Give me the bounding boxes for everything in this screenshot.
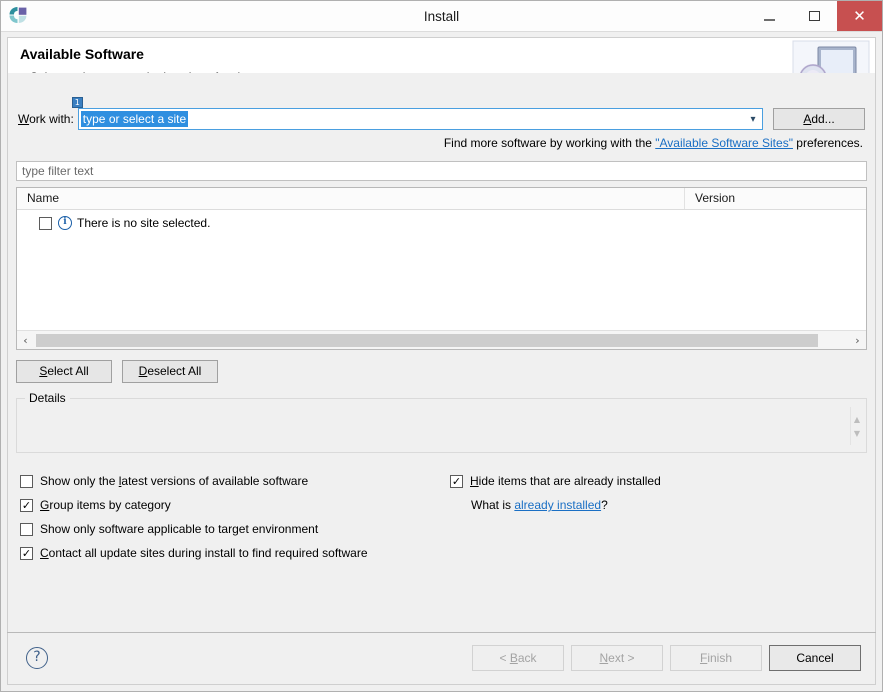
work-with-label-rest: ork with:: [29, 112, 74, 126]
select-all-label: elect All: [47, 364, 89, 378]
add-button-label: dd...: [811, 112, 835, 126]
option-contact-all-update-sites[interactable]: ✓ Contact all update sites during instal…: [20, 541, 368, 565]
info-badge-icon: 1: [71, 97, 83, 108]
options-left-column: ✓ Show only the latest versions of avail…: [20, 469, 368, 565]
what-is-prefix: What is: [471, 498, 515, 512]
option-group-by-category-label: Group items by category: [40, 498, 171, 512]
option-show-latest-versions-checkbox[interactable]: ✓: [20, 474, 33, 488]
column-header-version[interactable]: Version: [685, 188, 866, 209]
what-is-already-installed-text: What is already installed?: [471, 498, 661, 512]
navigation-buttons: < Back Next > Finish Cancel: [465, 645, 861, 671]
minimize-icon: [764, 18, 775, 21]
work-with-label: Work with:: [18, 112, 74, 126]
option-group-by-category-checkbox[interactable]: ✓: [20, 498, 33, 512]
table-header: Name Version: [17, 188, 866, 210]
scroll-right-icon[interactable]: ›: [849, 332, 866, 349]
option-show-latest-versions-label: Show only the latest versions of availab…: [40, 474, 309, 488]
dialog-footer: ? < Back Next > Finish Cancel: [7, 633, 876, 685]
help-icon[interactable]: ?: [26, 647, 48, 669]
minimize-button[interactable]: [747, 1, 792, 31]
table-row-name: There is no site selected.: [77, 216, 211, 230]
page-title: Available Software: [20, 46, 144, 62]
back-button[interactable]: < Back: [472, 645, 564, 671]
scrollbar-track[interactable]: [34, 333, 849, 347]
option-applicable-to-target-checkbox[interactable]: ✓: [20, 522, 33, 536]
option-applicable-to-target-label: Show only software applicable to target …: [40, 522, 319, 536]
find-more-software-text: Find more software by working with the "…: [444, 136, 863, 150]
close-button[interactable]: ✕: [837, 1, 882, 31]
chevron-down-icon[interactable]: ▾: [744, 109, 762, 129]
site-combo-input[interactable]: type or select a site: [77, 108, 763, 130]
scroll-down-icon: ▼: [853, 428, 861, 438]
close-icon: ✕: [853, 6, 866, 25]
work-with-mnemonic: W: [18, 112, 30, 126]
option-contact-all-update-sites-label: Contact all update sites during install …: [40, 546, 368, 560]
find-more-prefix: Find more software by working with the: [443, 136, 656, 150]
already-installed-link[interactable]: already installed: [514, 498, 601, 512]
select-all-button[interactable]: Select All: [16, 360, 112, 383]
options-area: ✓ Show only the latest versions of avail…: [16, 469, 867, 569]
option-group-by-category[interactable]: ✓ Group items by category: [20, 493, 368, 517]
filter-input[interactable]: type filter text: [16, 161, 867, 181]
option-show-latest-versions[interactable]: ✓ Show only the latest versions of avail…: [20, 469, 368, 493]
scrollbar-thumb[interactable]: [36, 334, 819, 347]
site-combo-value: type or select a site: [80, 111, 189, 127]
what-is-suffix: ?: [601, 498, 608, 512]
options-right-column: ✓ Hide items that are already installed …: [450, 469, 661, 512]
deselect-all-button[interactable]: Deselect All: [122, 360, 218, 383]
details-label: Details: [25, 391, 70, 405]
option-hide-already-installed[interactable]: ✓ Hide items that are already installed: [450, 469, 661, 493]
maximize-icon: [809, 11, 820, 21]
scroll-up-icon: ▲: [853, 414, 861, 424]
selection-buttons: Select All Deselect All: [16, 360, 218, 383]
title-bar: Install ✕: [1, 1, 882, 32]
option-applicable-to-target[interactable]: ✓ Show only software applicable to targe…: [20, 517, 368, 541]
work-with-row: Work with: 1 type or select a site ▾ Add…: [18, 97, 865, 130]
option-contact-all-update-sites-checkbox[interactable]: ✓: [20, 546, 33, 560]
software-table: Name Version ✓ i There is no site select…: [16, 187, 867, 350]
details-scrollbar: ▲ ▼: [850, 407, 863, 445]
row-checkbox[interactable]: ✓: [39, 216, 52, 230]
window-controls: ✕: [747, 1, 882, 31]
horizontal-scrollbar[interactable]: ‹ ›: [17, 330, 866, 349]
next-button[interactable]: Next >: [571, 645, 663, 671]
table-row[interactable]: ✓ i There is no site selected.: [17, 213, 866, 233]
details-group: Details ▲ ▼: [16, 391, 867, 453]
find-more-suffix: preferences.: [792, 136, 863, 150]
deselect-all-label: eselect All: [147, 364, 202, 378]
cancel-button[interactable]: Cancel: [769, 645, 861, 671]
add-button[interactable]: Add...: [773, 108, 865, 130]
option-hide-already-installed-label: Hide items that are already installed: [470, 474, 661, 488]
deselect-all-mnemonic: D: [138, 364, 148, 378]
eclipse-icon: [7, 5, 29, 27]
install-dialog-window: Install ✕ Available Software Select a si…: [0, 0, 883, 692]
option-hide-already-installed-checkbox[interactable]: ✓: [450, 474, 463, 488]
available-software-sites-link[interactable]: "Available Software Sites": [655, 136, 793, 150]
info-icon: i: [58, 216, 72, 230]
column-header-name[interactable]: Name: [17, 188, 685, 209]
maximize-button[interactable]: [792, 1, 837, 31]
site-combo-wrapper: 1 type or select a site ▾: [71, 97, 763, 130]
scroll-left-icon[interactable]: ‹: [17, 332, 34, 349]
dialog-body: Work with: 1 type or select a site ▾ Add…: [7, 73, 876, 633]
finish-button[interactable]: Finish: [670, 645, 762, 671]
table-body: ✓ i There is no site selected.: [17, 213, 866, 332]
